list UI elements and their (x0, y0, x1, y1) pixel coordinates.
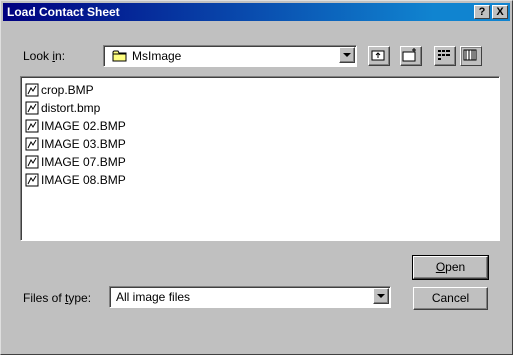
file-type-dropdown-arrow[interactable] (373, 288, 389, 304)
file-name: IMAGE 08.BMP (41, 173, 126, 187)
file-name: IMAGE 03.BMP (41, 137, 126, 151)
file-type-dropdown[interactable]: All image files (109, 286, 391, 308)
details-view-button[interactable] (460, 46, 482, 66)
folder-icon (112, 49, 128, 65)
file-name: crop.BMP (41, 83, 94, 97)
image-file-icon (25, 173, 39, 187)
list-item[interactable]: IMAGE 03.BMP (25, 136, 126, 152)
list-item[interactable]: distort.bmp (25, 100, 100, 116)
chevron-down-icon (377, 294, 385, 298)
list-view-button[interactable] (434, 46, 456, 66)
close-button[interactable]: X (492, 5, 508, 19)
look-in-dropdown-arrow[interactable] (339, 47, 355, 63)
help-button[interactable]: ? (474, 5, 490, 19)
file-name: IMAGE 02.BMP (41, 119, 126, 133)
image-file-icon (25, 137, 39, 151)
look-in-dropdown[interactable]: MsImage (103, 45, 357, 67)
file-list[interactable]: crop.BMP distort.bmp IMAGE 02.BMP IMAGE 03.… (20, 76, 500, 241)
file-name: distort.bmp (41, 101, 101, 115)
list-item[interactable]: IMAGE 07.BMP (25, 154, 126, 170)
list-item[interactable]: IMAGE 08.BMP (25, 172, 126, 188)
list-item[interactable]: crop.BMP (25, 82, 94, 98)
list-view-icon (438, 50, 450, 60)
image-file-icon (25, 83, 39, 97)
cancel-button[interactable]: Cancel (413, 287, 488, 310)
dialog-title: Load Contact Sheet (7, 5, 120, 19)
up-folder-icon (371, 50, 385, 61)
file-type-value: All image files (116, 290, 191, 304)
image-file-icon (25, 119, 39, 133)
close-icon: X (496, 6, 504, 18)
details-view-icon (463, 49, 477, 61)
list-item[interactable]: IMAGE 02.BMP (25, 118, 126, 134)
create-new-folder-button[interactable] (400, 46, 422, 66)
title-bar[interactable]: Load Contact Sheet ? X (3, 3, 510, 21)
dialog-window: Load Contact Sheet ? X Look in: MsImage (0, 0, 513, 355)
image-file-icon (25, 155, 39, 169)
new-folder-icon (402, 48, 416, 62)
image-file-icon (25, 101, 39, 115)
files-of-type-label: Files of type: (23, 291, 92, 305)
file-name: IMAGE 07.BMP (41, 155, 126, 169)
open-button[interactable]: Open (412, 255, 489, 280)
chevron-down-icon (343, 53, 351, 57)
up-one-level-button[interactable] (368, 46, 390, 66)
look-in-label: Look in: (23, 49, 66, 63)
look-in-value: MsImage (132, 49, 182, 63)
help-icon: ? (478, 6, 486, 18)
